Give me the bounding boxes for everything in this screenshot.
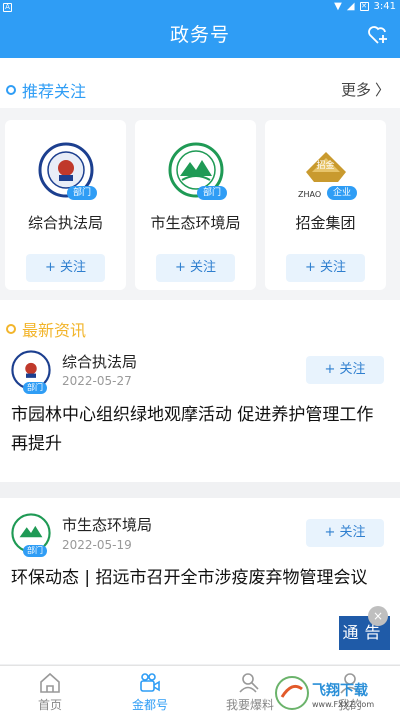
- status-bar: A ▼ ◢ ✕ 3:41: [0, 0, 400, 13]
- news-header: 最新资讯: [0, 300, 400, 342]
- watermark-logo-icon: 飞翔下载 www.FXXZ.com: [275, 676, 374, 710]
- news-source: 市生态环境局: [62, 516, 153, 534]
- chevron-right-icon: 〉: [374, 81, 390, 99]
- follow-button[interactable]: + 关注: [306, 519, 384, 547]
- status-left-icon: A: [3, 0, 12, 13]
- news-headline[interactable]: 市园林中心组织绿地观摩活动 促进养护管理工作再提升: [11, 401, 383, 459]
- status-right: ▼ ◢ ✕ 3:41: [334, 0, 396, 13]
- dept-badge: 部门: [67, 186, 97, 200]
- recommend-card[interactable]: 部门 综合执法局 + 关注: [5, 120, 126, 290]
- recommend-title: 推荐关注: [6, 78, 86, 102]
- page-title: 政务号: [169, 24, 230, 46]
- card-name: 综合执法局: [27, 214, 103, 232]
- heart-plus-icon[interactable]: [366, 23, 390, 47]
- recommend-card[interactable]: 招金 ZHAO 企业 招金集团 + 关注: [265, 120, 386, 290]
- dept-badge: 部门: [23, 545, 47, 557]
- card-name: 招金集团: [295, 214, 356, 232]
- tab-home[interactable]: 首页: [0, 666, 100, 717]
- logo-text: 招金: [316, 161, 335, 171]
- tab-jindu[interactable]: 金都号: [100, 666, 200, 717]
- dept-badge: 部门: [23, 382, 47, 394]
- recommend-card[interactable]: 部门 市生态环境局 + 关注: [135, 120, 256, 290]
- watermark-sub: www.FXXZ.com: [312, 700, 374, 709]
- follow-button[interactable]: + 关注: [286, 254, 365, 282]
- video-camera-icon: [140, 673, 160, 692]
- status-time: 3:41: [373, 1, 396, 12]
- battery-icon: ✕: [359, 2, 369, 11]
- recommend-header: 推荐关注 更多 〉: [0, 58, 400, 108]
- news-source: 综合执法局: [62, 353, 138, 371]
- card-name: 市生态环境局: [150, 214, 241, 232]
- news-date: 2022-05-19: [62, 538, 132, 552]
- news-title: 最新资讯: [6, 317, 86, 341]
- news-date: 2022-05-27: [62, 374, 132, 388]
- close-icon[interactable]: ×: [368, 606, 388, 626]
- search-person-icon: [239, 673, 259, 693]
- more-link[interactable]: 更多 〉: [341, 79, 390, 100]
- news-headline[interactable]: 环保动态 | 招远市召开全市涉疫废弃物管理会议: [11, 564, 383, 593]
- recommend-dot-icon: [6, 85, 16, 95]
- news-item[interactable]: 部门 综合执法局 2022-05-27 + 关注 市园林中心组织绿地观摩活动 促…: [0, 342, 400, 482]
- home-icon: [40, 672, 60, 693]
- signal-icon: ◢: [346, 1, 355, 12]
- app-header: 政务号: [0, 13, 400, 58]
- company-badge: 企业: [327, 186, 357, 200]
- follow-button[interactable]: + 关注: [306, 356, 384, 384]
- dept-badge: 部门: [197, 186, 227, 200]
- wifi-icon: ▼: [334, 1, 342, 12]
- avatar: 部门: [11, 513, 51, 557]
- recommend-cards: 部门 综合执法局 + 关注 部门 市生态环境局 + 关注 招金 ZHAO 企业 …: [0, 108, 400, 300]
- news-dot-icon: [6, 324, 16, 334]
- follow-button[interactable]: + 关注: [26, 254, 105, 282]
- follow-button[interactable]: + 关注: [156, 254, 235, 282]
- logo-sub: ZHAO: [298, 190, 322, 199]
- watermark: 飞翔下载 www.FXXZ.com: [272, 673, 390, 713]
- avatar: 部门: [11, 350, 51, 394]
- watermark-text: 飞翔下载: [312, 682, 368, 699]
